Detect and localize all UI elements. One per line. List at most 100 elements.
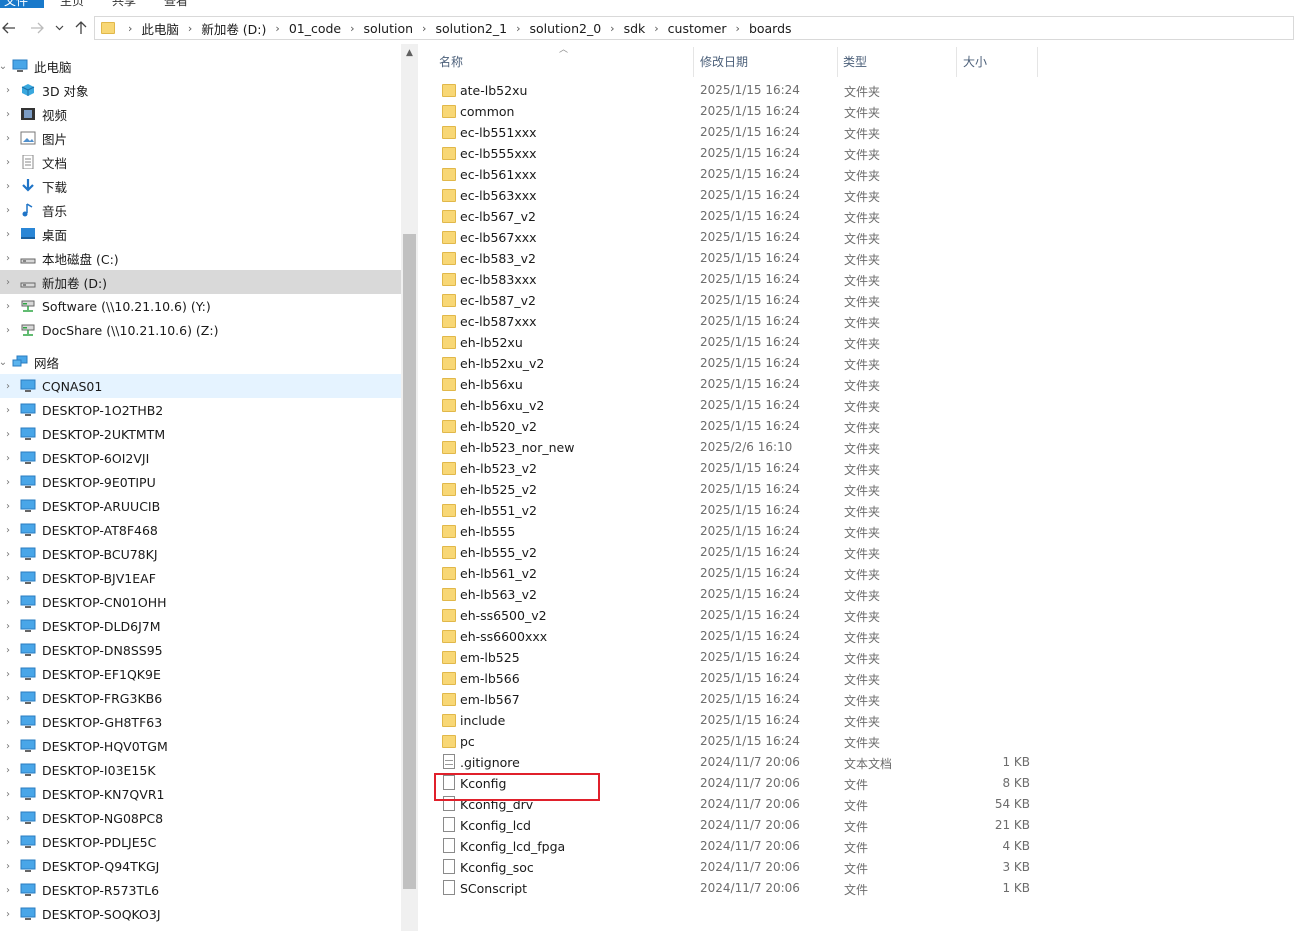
nav-item[interactable]: › DESKTOP-AT8F468 [0, 518, 401, 542]
nav-scrollbar[interactable]: ▲ [401, 44, 418, 931]
nav-item[interactable]: › DESKTOP-FRG3KB6 [0, 686, 401, 710]
chevron-right-icon[interactable]: › [516, 22, 520, 35]
chevron-right-icon[interactable]: › [350, 22, 354, 35]
file-row[interactable]: eh-lb563_v2 2025/1/15 16:24 文件夹 [438, 584, 1058, 605]
column-divider[interactable] [956, 47, 957, 77]
chevron-right-icon[interactable]: › [3, 405, 13, 416]
chevron-right-icon[interactable]: › [3, 229, 13, 240]
file-row[interactable]: em-lb566 2025/1/15 16:24 文件夹 [438, 668, 1058, 689]
breadcrumb-boards[interactable]: boards [749, 21, 792, 36]
chevron-right-icon[interactable]: › [3, 325, 13, 336]
chevron-right-icon[interactable]: › [3, 741, 13, 752]
breadcrumb-this-pc[interactable]: 此电脑 [141, 19, 179, 38]
chevron-right-icon[interactable]: › [3, 525, 13, 536]
tab-home[interactable]: 主页 [60, 0, 84, 8]
file-row[interactable]: eh-lb520_v2 2025/1/15 16:24 文件夹 [438, 416, 1058, 437]
tab-file-label[interactable]: 文件 [4, 0, 28, 8]
nav-item[interactable]: › CQNAS01 [0, 374, 401, 398]
nav-item[interactable]: ⌄ 网络 [0, 350, 401, 374]
nav-item[interactable]: › DESKTOP-BJV1EAF [0, 566, 401, 590]
nav-item[interactable]: › 下载 [0, 174, 401, 198]
breadcrumb-solution2-1[interactable]: solution2_1 [435, 21, 507, 36]
chevron-right-icon[interactable]: › [3, 645, 13, 656]
chevron-down-icon[interactable]: ⌄ [0, 357, 8, 368]
nav-item[interactable]: › DESKTOP-SOQKO3J [0, 902, 401, 926]
up-button[interactable] [72, 18, 90, 38]
nav-item[interactable]: › Software (\\10.21.10.6) (Y:) [0, 294, 401, 318]
nav-item[interactable]: › 新加卷 (D:) [0, 270, 401, 294]
chevron-right-icon[interactable]: › [275, 22, 279, 35]
chevron-right-icon[interactable]: › [3, 885, 13, 896]
chevron-right-icon[interactable]: › [3, 133, 13, 144]
chevron-right-icon[interactable]: › [3, 85, 13, 96]
file-row[interactable]: ec-lb583_v2 2025/1/15 16:24 文件夹 [438, 248, 1058, 269]
file-row[interactable]: ec-lb583xxx 2025/1/15 16:24 文件夹 [438, 269, 1058, 290]
nav-item[interactable]: › DESKTOP-PDLJE5C [0, 830, 401, 854]
chevron-right-icon[interactable]: › [654, 22, 658, 35]
nav-item[interactable]: › DESKTOP-CN01OHH [0, 590, 401, 614]
nav-item[interactable]: › 图片 [0, 126, 401, 150]
chevron-right-icon[interactable]: › [3, 301, 13, 312]
nav-item[interactable]: › DESKTOP-R573TL6 [0, 878, 401, 902]
chevron-right-icon[interactable]: › [3, 253, 13, 264]
nav-item[interactable]: › DocShare (\\10.21.10.6) (Z:) [0, 318, 401, 342]
file-row[interactable]: eh-lb52xu 2025/1/15 16:24 文件夹 [438, 332, 1058, 353]
breadcrumb-solution[interactable]: solution [364, 21, 414, 36]
nav-item[interactable]: › DESKTOP-DLD6J7M [0, 614, 401, 638]
file-row[interactable]: eh-ss6600xxx 2025/1/15 16:24 文件夹 [438, 626, 1058, 647]
back-button[interactable] [0, 18, 18, 38]
scrollbar-thumb[interactable] [403, 234, 416, 889]
file-row[interactable]: common 2025/1/15 16:24 文件夹 [438, 101, 1058, 122]
chevron-right-icon[interactable]: › [3, 813, 13, 824]
file-row[interactable]: eh-lb56xu 2025/1/15 16:24 文件夹 [438, 374, 1058, 395]
chevron-right-icon[interactable]: › [3, 381, 13, 392]
file-row[interactable]: eh-lb555 2025/1/15 16:24 文件夹 [438, 521, 1058, 542]
file-row[interactable]: ec-lb563xxx 2025/1/15 16:24 文件夹 [438, 185, 1058, 206]
nav-item[interactable]: › 3D 对象 [0, 78, 401, 102]
nav-item[interactable]: › DESKTOP-DN8SS95 [0, 638, 401, 662]
file-row[interactable]: em-lb567 2025/1/15 16:24 文件夹 [438, 689, 1058, 710]
nav-item[interactable]: › DESKTOP-6OI2VJI [0, 446, 401, 470]
chevron-right-icon[interactable]: › [3, 181, 13, 192]
file-row[interactable]: pc 2025/1/15 16:24 文件夹 [438, 731, 1058, 752]
chevron-right-icon[interactable]: › [3, 205, 13, 216]
chevron-right-icon[interactable]: › [3, 717, 13, 728]
nav-item[interactable]: › DESKTOP-HQV0TGM [0, 734, 401, 758]
chevron-right-icon[interactable]: › [3, 453, 13, 464]
nav-item[interactable]: ⌄ 此电脑 [0, 54, 401, 78]
file-row[interactable]: ec-lb561xxx 2025/1/15 16:24 文件夹 [438, 164, 1058, 185]
chevron-down-icon[interactable]: ⌄ [0, 61, 8, 72]
chevron-right-icon[interactable]: › [3, 429, 13, 440]
column-divider[interactable] [693, 47, 694, 77]
file-row[interactable]: ec-lb567_v2 2025/1/15 16:24 文件夹 [438, 206, 1058, 227]
file-row[interactable]: eh-lb523_v2 2025/1/15 16:24 文件夹 [438, 458, 1058, 479]
nav-item[interactable]: › 视频 [0, 102, 401, 126]
chevron-right-icon[interactable]: › [3, 693, 13, 704]
chevron-right-icon[interactable]: › [736, 22, 740, 35]
file-row[interactable]: Kconfig_lcd 2024/11/7 20:06 文件 21 KB [438, 815, 1058, 836]
chevron-right-icon[interactable]: › [3, 861, 13, 872]
file-row[interactable]: Kconfig_soc 2024/11/7 20:06 文件 3 KB [438, 857, 1058, 878]
chevron-right-icon[interactable]: › [3, 549, 13, 560]
chevron-right-icon[interactable]: › [3, 621, 13, 632]
file-row[interactable]: eh-lb52xu_v2 2025/1/15 16:24 文件夹 [438, 353, 1058, 374]
file-row[interactable]: eh-lb523_nor_new 2025/2/6 16:10 文件夹 [438, 437, 1058, 458]
nav-item[interactable]: › 音乐 [0, 198, 401, 222]
column-divider[interactable] [1037, 47, 1038, 77]
chevron-right-icon[interactable]: › [3, 669, 13, 680]
column-header-name[interactable]: 名称 [439, 53, 463, 75]
file-row[interactable]: eh-ss6500_v2 2025/1/15 16:24 文件夹 [438, 605, 1058, 626]
file-row[interactable]: eh-lb555_v2 2025/1/15 16:24 文件夹 [438, 542, 1058, 563]
nav-item[interactable]: › DESKTOP-1O2THB2 [0, 398, 401, 422]
file-row[interactable]: .gitignore 2024/11/7 20:06 文本文档 1 KB [438, 752, 1058, 773]
chevron-right-icon[interactable]: › [3, 789, 13, 800]
tab-share[interactable]: 共享 [112, 0, 136, 8]
chevron-right-icon[interactable]: › [3, 109, 13, 120]
nav-item[interactable]: › 桌面 [0, 222, 401, 246]
chevron-right-icon[interactable]: › [3, 765, 13, 776]
scroll-up-icon[interactable]: ▲ [401, 48, 418, 62]
column-divider[interactable] [837, 47, 838, 77]
nav-item[interactable]: › DESKTOP-GH8TF63 [0, 710, 401, 734]
file-row[interactable]: include 2025/1/15 16:24 文件夹 [438, 710, 1058, 731]
nav-item[interactable]: › 本地磁盘 (C:) [0, 246, 401, 270]
